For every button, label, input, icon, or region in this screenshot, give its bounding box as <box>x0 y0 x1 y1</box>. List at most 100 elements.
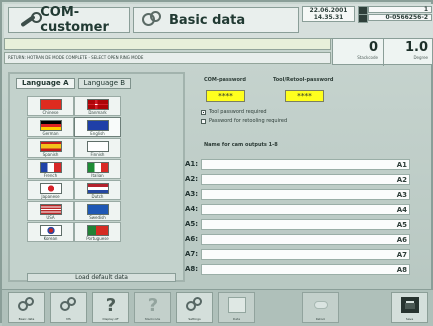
button-label: Data <box>232 317 241 321</box>
flag-label: English <box>90 131 105 136</box>
flag-button-dutch[interactable]: Dutch <box>74 180 121 200</box>
flag-button-english[interactable]: English <box>74 117 121 137</box>
output-field[interactable]: A8 <box>201 263 410 275</box>
output-row: A5: A5 <box>185 218 410 230</box>
output-label: A1: <box>185 160 199 168</box>
sweden-flag-icon <box>87 204 109 215</box>
output-row: A1: A1 <box>185 158 410 170</box>
button-label: Retool <box>315 317 326 321</box>
output-field[interactable]: A2 <box>201 173 410 185</box>
language-tabs: Language A Language B <box>16 78 175 90</box>
button-label: Save <box>405 317 414 321</box>
germany-flag-icon <box>40 120 62 131</box>
portugal-flag-icon <box>87 225 109 236</box>
metric-stackcode: 0 Stackcode <box>333 39 383 66</box>
wrench-icon <box>16 11 43 29</box>
italy-flag-icon <box>87 162 109 173</box>
flag-label: German <box>42 131 59 136</box>
flag-button-finnish[interactable]: Finnish <box>74 138 121 158</box>
com-password-field[interactable]: **** <box>206 90 245 102</box>
metric-degree-label: Degree <box>413 55 428 60</box>
output-label: A5: <box>185 220 199 228</box>
metric-degree-value: 1.0 <box>404 40 428 55</box>
tool-password-field[interactable]: **** <box>285 90 324 102</box>
flag-label: Spanish <box>42 152 59 157</box>
button-label: MS <box>66 317 71 321</box>
output-field[interactable]: A1 <box>201 158 410 170</box>
com-password-label: COM-password <box>204 77 246 83</box>
korea-flag-icon <box>40 225 62 236</box>
output-field[interactable]: A5 <box>201 218 410 230</box>
save-button[interactable]: Save <box>391 292 428 323</box>
finland-flag-icon <box>87 141 109 152</box>
flag-button-italian[interactable]: Italian <box>74 159 121 179</box>
output-row: A2: A2 <box>185 173 410 185</box>
output-value: A3 <box>396 190 407 199</box>
flag-button-swedish[interactable]: Swedish <box>74 201 121 221</box>
tab-language-a[interactable]: Language A <box>16 78 75 89</box>
flag-button-usa[interactable]: USA <box>27 201 74 221</box>
cam-output-title: Name for cam outputs 1-8 <box>204 142 278 148</box>
button-label: Display off <box>102 317 119 321</box>
flag-label: Swedish <box>89 215 106 220</box>
basic-data-button[interactable]: Basic data <box>8 292 45 323</box>
flag-label: Chinese <box>42 110 59 115</box>
output-value: A4 <box>396 205 407 214</box>
retooling-password-text: Password for retooling required <box>209 118 288 124</box>
flag-label: Dutch <box>91 194 104 199</box>
output-label: A2: <box>185 175 199 183</box>
ms-button[interactable]: MS <box>50 292 87 323</box>
output-field[interactable]: A3 <box>201 188 410 200</box>
output-field[interactable]: A4 <box>201 203 410 215</box>
center-title-text: Basic data <box>169 12 246 28</box>
doc-button[interactable]: Data <box>218 292 255 323</box>
mode-line: RETURN: HOTRAN DE MODE COMPLETE - SELECT… <box>4 52 331 64</box>
radio-icon <box>201 109 206 115</box>
counter-top: 1 <box>368 6 432 13</box>
button-label: Stackcode <box>144 317 161 321</box>
output-label: A3: <box>185 190 199 198</box>
flag-button-chinese[interactable]: Chinese <box>27 96 74 116</box>
settings-button[interactable]: Settings <box>176 292 213 323</box>
flag-label: Italian <box>91 173 104 178</box>
tab-language-b[interactable]: Language B <box>77 78 132 89</box>
output-field[interactable]: A7 <box>201 248 410 260</box>
output-row: A7: A7 <box>185 248 410 260</box>
load-default-button[interactable]: Load default data <box>27 273 176 282</box>
flag-button-spanish[interactable]: Spanish <box>27 138 74 158</box>
help-button[interactable]: ? Display off <box>92 292 129 323</box>
app-window: COM-customer Basic data 22.06.2001 14.35… <box>0 0 433 326</box>
output-value: A7 <box>396 250 407 259</box>
flag-button-german[interactable]: German <box>27 117 74 137</box>
counter-bottom: 0-0566256-2 <box>368 14 432 21</box>
china-flag-icon <box>40 99 62 110</box>
flag-label: Portuguese <box>86 236 109 241</box>
flag-button-korean[interactable]: Korean <box>27 222 74 242</box>
gear-icon <box>186 297 204 313</box>
output-field[interactable]: A6 <box>201 233 410 245</box>
datetime-box: 22.06.2001 14.35.31 <box>302 6 355 22</box>
output-label: A6: <box>185 235 199 243</box>
flag-button-portuguese[interactable]: Portuguese <box>74 222 121 242</box>
language-panel: Language A Language B Chinese Danmark Ge… <box>8 72 185 282</box>
document-icon <box>228 297 246 313</box>
metric-stackcode-value: 0 <box>368 40 378 55</box>
output-row: A3: A3 <box>185 188 410 200</box>
bottom-toolbar: Basic data MS ? Display off ? Stackcode … <box>2 289 433 326</box>
usa-flag-icon <box>40 204 62 215</box>
flag-button-japanese[interactable]: Japanese <box>27 180 74 200</box>
cloud-button[interactable]: Retool <box>302 292 339 323</box>
denmark-flag-icon <box>87 99 109 110</box>
disabled-button[interactable]: ? Stackcode <box>134 292 171 323</box>
flag-button-french[interactable]: French <box>27 159 74 179</box>
flag-label: Finnish <box>90 152 105 157</box>
button-label: Basic data <box>18 317 35 321</box>
tool-password-option[interactable]: Tool password required <box>201 108 406 116</box>
metrics-panel: 0 Stackcode 1.0 Degree <box>332 38 433 66</box>
output-row: A6: A6 <box>185 233 410 245</box>
cloud-icon <box>312 297 330 313</box>
tool-password-label: Tool/Retool-password <box>273 77 334 83</box>
flag-button-danmark[interactable]: Danmark <box>74 96 121 116</box>
flag-grid: Chinese Danmark German English Spanish F… <box>27 96 122 264</box>
retooling-password-option[interactable]: Password for retooling required <box>201 117 406 125</box>
